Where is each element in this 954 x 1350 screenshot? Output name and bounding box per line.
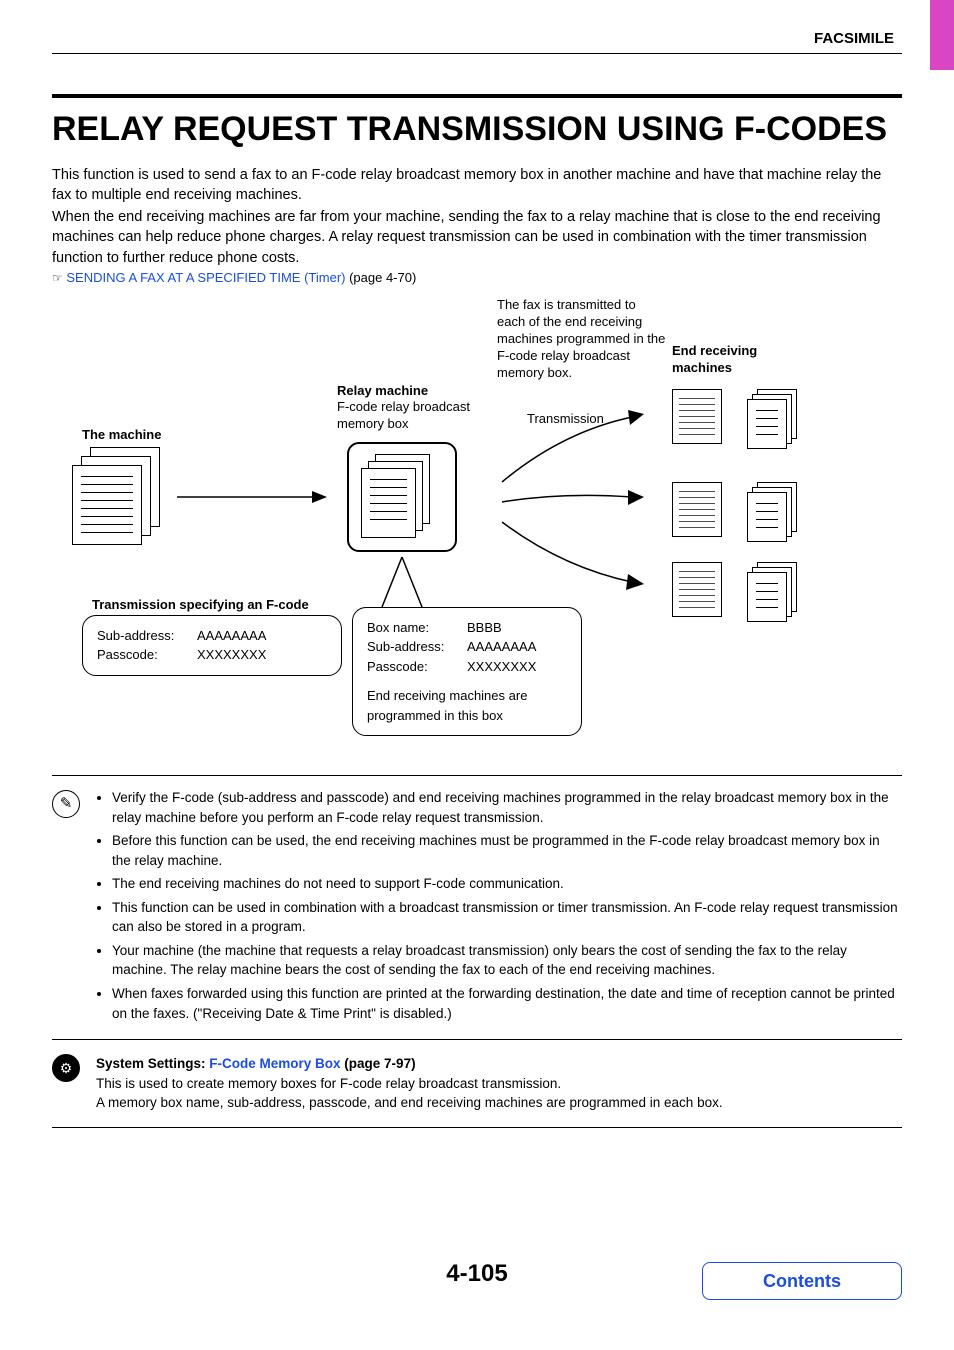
notes-list: Verify the F-code (sub-address and passc… — [96, 788, 902, 1027]
gear-icon: ⚙ — [52, 1054, 80, 1082]
box1-subaddr-label: Sub-address: — [97, 626, 197, 646]
fcode-box-1: Sub-address:AAAAAAAA Passcode:XXXXXXXX — [82, 615, 342, 676]
note-3: The end receiving machines do not need t… — [112, 874, 902, 894]
timer-link[interactable]: SENDING A FAX AT A SPECIFIED TIME (Timer… — [66, 270, 345, 285]
box2-name-val: BBBB — [467, 618, 502, 638]
relay-diagram: The machine Relay machine F-code relay b… — [52, 297, 902, 767]
broadcast-note: The fax is transmitted to each of the en… — [497, 297, 667, 381]
section-header: FACSIMILE — [52, 30, 902, 47]
box2-connector-icon — [372, 552, 432, 612]
fcode-box-2: Box name:BBBB Sub-address:AAAAAAAA Passc… — [352, 607, 582, 737]
intro-p2: When the end receiving machines are far … — [52, 207, 902, 268]
cross-reference: ☞ SENDING A FAX AT A SPECIFIED TIME (Tim… — [52, 270, 902, 285]
relay-box-icon — [347, 442, 457, 552]
box2-pass-label: Passcode: — [367, 657, 467, 677]
end-machine-3-icon — [672, 562, 722, 617]
end-doc-2-icon — [747, 482, 807, 572]
note-4: This function can be used in combination… — [112, 898, 902, 937]
machine-label: The machine — [82, 427, 161, 444]
relay-label: Relay machine — [337, 383, 428, 400]
broadcast-arrows-icon — [472, 397, 662, 607]
note-1: Verify the F-code (sub-address and passc… — [112, 788, 902, 827]
note-2: Before this function can be used, the en… — [112, 831, 902, 870]
box2-footer: End receiving machines are programmed in… — [367, 686, 567, 725]
source-doc-icon — [72, 447, 162, 537]
arrow-to-relay-icon — [172, 477, 332, 517]
timer-page-ref: (page 4-70) — [345, 270, 416, 285]
end-doc-1-icon — [747, 389, 807, 479]
end-doc-3-icon — [747, 562, 807, 652]
title-top-rule — [52, 94, 902, 98]
note-5: Your machine (the machine that requests … — [112, 941, 902, 980]
box2-name-label: Box name: — [367, 618, 467, 638]
box2-subaddr-label: Sub-address: — [367, 637, 467, 657]
pointer-icon: ☞ — [52, 271, 63, 285]
pencil-note-icon: ✎ — [52, 790, 80, 818]
box2-pass-val: XXXXXXXX — [467, 657, 536, 677]
header-rule — [52, 53, 902, 54]
end-machine-1-icon — [672, 389, 722, 444]
box1-pass-label: Passcode: — [97, 645, 197, 665]
spec-label: Transmission specifying an F-code — [92, 597, 309, 614]
note-6: When faxes forwarded using this function… — [112, 984, 902, 1023]
page-body: FACSIMILE RELAY REQUEST TRANSMISSION USI… — [0, 0, 954, 1128]
page-title: RELAY REQUEST TRANSMISSION USING F-CODES — [52, 108, 902, 151]
contents-button[interactable]: Contents — [702, 1262, 902, 1300]
system-settings-text: System Settings: F-Code Memory Box (page… — [96, 1054, 723, 1113]
fcode-memory-box-link[interactable]: F-Code Memory Box — [209, 1056, 340, 1071]
end-machines-label: End receiving machines — [672, 343, 792, 377]
notes-top-rule — [52, 775, 902, 776]
sys-line1: This is used to create memory boxes for … — [96, 1074, 723, 1094]
notes-bottom-rule — [52, 1127, 902, 1128]
sys-prefix: System Settings: — [96, 1056, 209, 1071]
box1-pass-val: XXXXXXXX — [197, 645, 266, 665]
notes-mid-rule — [52, 1039, 902, 1040]
sys-line2: A memory box name, sub-address, passcode… — [96, 1093, 723, 1113]
intro-p1: This function is used to send a fax to a… — [52, 165, 902, 206]
notes-block: ✎ Verify the F-code (sub-address and pas… — [52, 784, 902, 1031]
section-side-tab — [930, 0, 954, 70]
end-machine-2-icon — [672, 482, 722, 537]
system-settings-block: ⚙ System Settings: F-Code Memory Box (pa… — [52, 1048, 902, 1119]
sys-page-ref: (page 7-97) — [341, 1056, 416, 1071]
box2-subaddr-val: AAAAAAAA — [467, 637, 536, 657]
box1-subaddr-val: AAAAAAAA — [197, 626, 266, 646]
